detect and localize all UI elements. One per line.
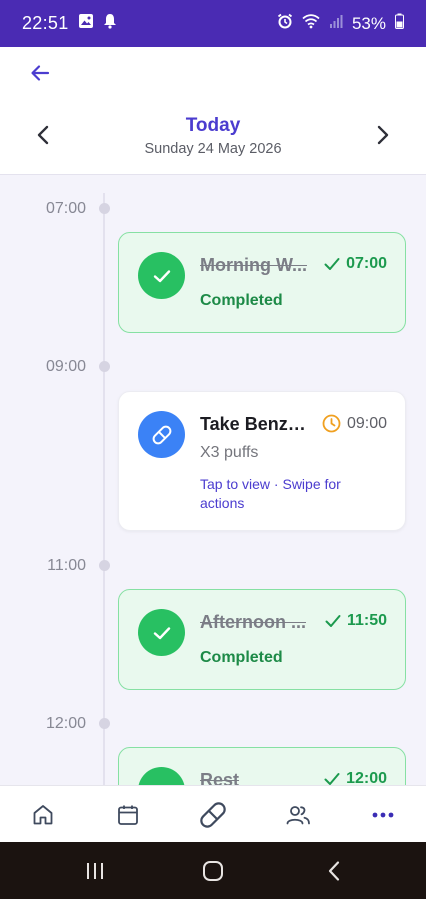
more-icon — [372, 812, 394, 817]
chevron-right-icon — [377, 125, 389, 145]
completed-badge — [138, 767, 185, 785]
nav-people[interactable] — [273, 786, 323, 843]
nav-more[interactable] — [358, 786, 408, 843]
timeline-line — [103, 193, 105, 785]
schedule-card-completed[interactable]: Morning W... 07:00 Completed — [118, 232, 406, 333]
arrow-left-icon — [31, 65, 50, 81]
nav-home[interactable] — [18, 786, 68, 843]
page-title: Today — [185, 115, 241, 136]
home-square-icon — [203, 861, 223, 881]
hour-label: 12:00 — [45, 715, 86, 732]
card-time-label: 11:50 — [346, 612, 387, 629]
system-navigation-bar — [0, 842, 426, 899]
hour-label: 09:00 — [45, 358, 86, 375]
card-title: Afternoon ... — [200, 612, 306, 632]
card-time: 07:00 — [324, 255, 387, 273]
recent-apps-button[interactable] — [75, 856, 115, 886]
check-icon — [153, 626, 170, 639]
card-status: Completed — [200, 649, 283, 666]
home-system-button[interactable] — [193, 856, 233, 886]
medication-badge — [138, 411, 185, 458]
battery-percent: 53% — [351, 13, 386, 33]
system-back-button[interactable] — [314, 856, 354, 886]
status-bar: 22:51 53% — [0, 0, 426, 47]
card-title: Rest — [200, 770, 240, 785]
card-dosage: X3 puffs — [200, 444, 259, 461]
status-time: 22:51 — [22, 13, 69, 33]
card-status: Completed — [200, 292, 283, 309]
checkmark-icon — [324, 773, 340, 785]
nav-calendar[interactable] — [103, 786, 153, 843]
schedule-card-pending[interactable]: Take Benzo... 09:00 X3 puffs Tap to view… — [118, 391, 406, 531]
next-day-button[interactable] — [368, 120, 398, 150]
hour-marker — [99, 361, 110, 372]
people-icon — [286, 805, 310, 824]
timeline[interactable]: 07:00 09:00 11:00 12:00 Morning W... 07:… — [0, 175, 426, 785]
battery-icon — [395, 13, 404, 34]
home-icon — [33, 804, 53, 824]
recent-apps-icon — [87, 863, 103, 879]
nav-medication[interactable] — [188, 786, 238, 843]
hour-label: 11:00 — [47, 557, 86, 574]
pill-icon — [152, 425, 171, 444]
hour-label: 07:00 — [45, 200, 86, 217]
completed-badge — [138, 609, 185, 656]
card-time: 09:00 — [322, 414, 387, 433]
card-title: Take Benzo... — [200, 414, 313, 434]
card-time-label: 12:00 — [346, 770, 387, 785]
back-button[interactable] — [26, 59, 54, 87]
bottom-navigation — [0, 785, 426, 842]
schedule-card-completed[interactable]: Afternoon ... 11:50 Completed — [118, 589, 406, 690]
app-header — [0, 47, 426, 98]
card-time: 11:50 — [325, 612, 387, 630]
checkmark-icon — [325, 615, 341, 627]
clock-icon — [322, 414, 341, 433]
image-icon — [78, 13, 94, 34]
alarm-icon — [277, 13, 293, 34]
hour-marker — [99, 718, 110, 729]
card-hint: Tap to view · Swipe for actions — [200, 476, 341, 511]
hour-marker — [99, 203, 110, 214]
notification-bell-icon — [103, 13, 117, 34]
card-time-label: 07:00 — [346, 255, 387, 272]
calendar-icon — [118, 805, 138, 825]
date-subtitle: Sunday 24 May 2026 — [144, 141, 282, 157]
check-icon — [153, 269, 170, 282]
medication-icon — [200, 801, 226, 828]
wifi-icon — [302, 13, 320, 34]
checkmark-icon — [324, 258, 340, 270]
schedule-card-completed[interactable]: Rest 12:00 — [118, 747, 406, 785]
date-header: Today Sunday 24 May 2026 — [0, 98, 426, 175]
signal-icon — [329, 13, 343, 34]
hour-marker — [99, 560, 110, 571]
back-chevron-icon — [328, 861, 340, 881]
card-title: Morning W... — [200, 255, 307, 275]
completed-badge — [138, 252, 185, 299]
card-time: 12:00 — [324, 770, 387, 785]
card-time-label: 09:00 — [346, 414, 387, 432]
